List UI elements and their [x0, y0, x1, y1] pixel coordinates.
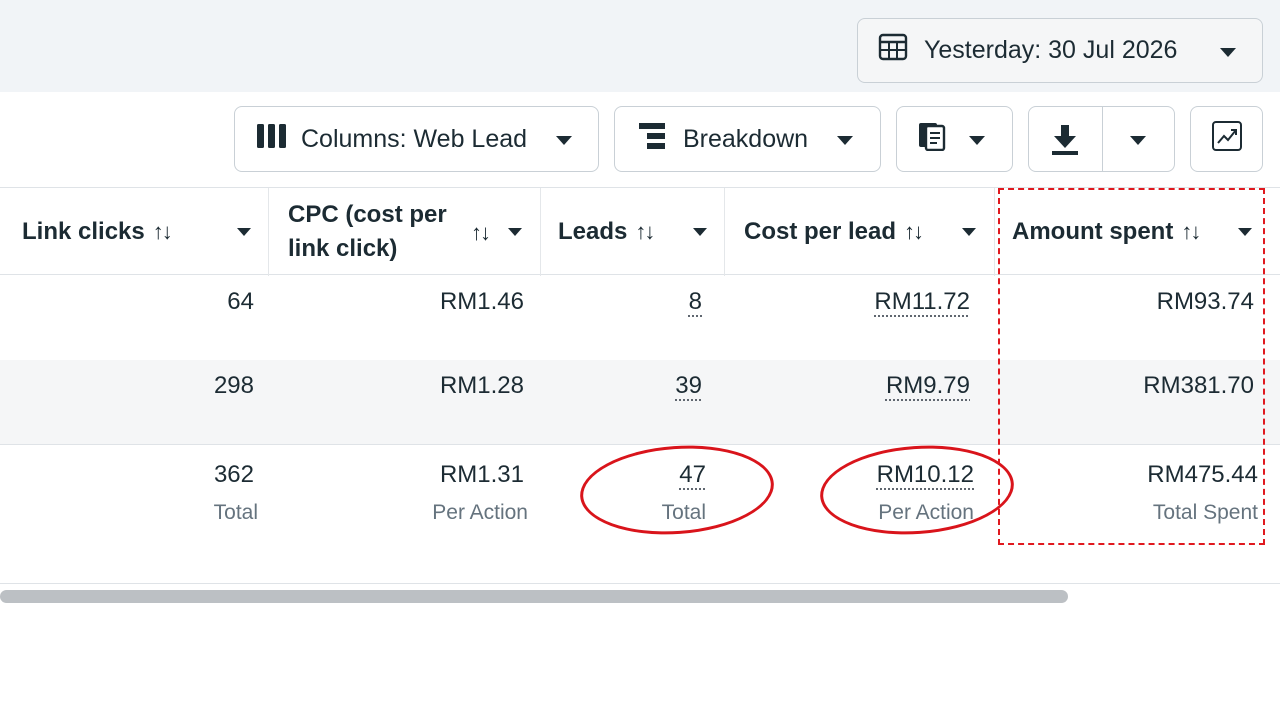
column-divider[interactable] [724, 188, 725, 276]
columns-label: Columns: Web Lead [301, 124, 528, 153]
export-split-button[interactable] [1028, 106, 1175, 172]
columns-button[interactable]: Columns: Web Lead [234, 106, 599, 172]
cpc-cell: RM1.46 [439, 288, 524, 315]
sort-icon[interactable]: ↑↓ [904, 219, 924, 245]
chevron-down-icon[interactable] [508, 228, 522, 236]
sort-icon[interactable]: ↑↓ [153, 219, 173, 245]
calendar-icon [878, 33, 908, 68]
reports-button[interactable] [896, 106, 1013, 172]
chevron-down-icon[interactable] [237, 228, 251, 236]
link-clicks-total-label: Total [213, 501, 258, 524]
date-range-picker[interactable]: Yesterday: 30 Jul 2026 [857, 18, 1263, 83]
chevron-down-icon [556, 136, 572, 145]
sort-icon[interactable]: ↑↓ [635, 219, 655, 245]
cost-per-lead-cell[interactable]: RM11.72 [874, 288, 970, 316]
reports-icon [917, 121, 947, 158]
split-divider [1102, 107, 1103, 171]
chevron-down-icon[interactable] [693, 228, 707, 236]
leads-cell[interactable]: 39 [675, 372, 702, 400]
date-range-label: Yesterday: 30 Jul 2026 [924, 36, 1178, 64]
columns-icon [257, 123, 287, 155]
leads-cell[interactable]: 8 [689, 288, 702, 316]
horizontal-scrollbar[interactable] [0, 590, 1068, 603]
column-header-cost-per-lead[interactable]: Cost per lead ↑↓ [744, 188, 994, 276]
column-divider[interactable] [268, 188, 269, 276]
link-clicks-total: 362 [213, 461, 254, 488]
cost-per-lead-cell[interactable]: RM9.79 [886, 372, 970, 400]
cpc-cell: RM1.28 [439, 372, 524, 399]
breakdown-button[interactable]: Breakdown [614, 106, 881, 172]
breakdown-label: Breakdown [683, 124, 809, 153]
chevron-down-icon[interactable] [1130, 136, 1146, 145]
column-divider[interactable] [540, 188, 541, 276]
download-icon[interactable] [1051, 125, 1079, 162]
column-header-leads[interactable]: Leads ↑↓ [558, 188, 723, 276]
link-clicks-cell: 298 [213, 372, 254, 399]
sort-icon[interactable]: ↑↓ [471, 216, 491, 250]
chart-view-button[interactable] [1190, 106, 1263, 172]
column-header-cpc[interactable]: CPC (cost per link click) ↑↓ [288, 188, 538, 276]
column-header-link-clicks[interactable]: Link clicks ↑↓ [22, 188, 267, 276]
cpc-total: RM1.31 [439, 461, 524, 488]
breakdown-icon [639, 122, 667, 156]
link-clicks-cell: 64 [227, 288, 254, 315]
trend-chart-icon [1211, 120, 1242, 158]
chevron-down-icon [837, 136, 853, 145]
chevron-down-icon [969, 136, 985, 145]
chevron-down-icon [1220, 48, 1236, 57]
chevron-down-icon[interactable] [962, 228, 976, 236]
highlight-amount-spent [998, 188, 1265, 545]
cpc-total-label: Per Action [432, 501, 528, 524]
column-divider[interactable] [994, 188, 995, 276]
